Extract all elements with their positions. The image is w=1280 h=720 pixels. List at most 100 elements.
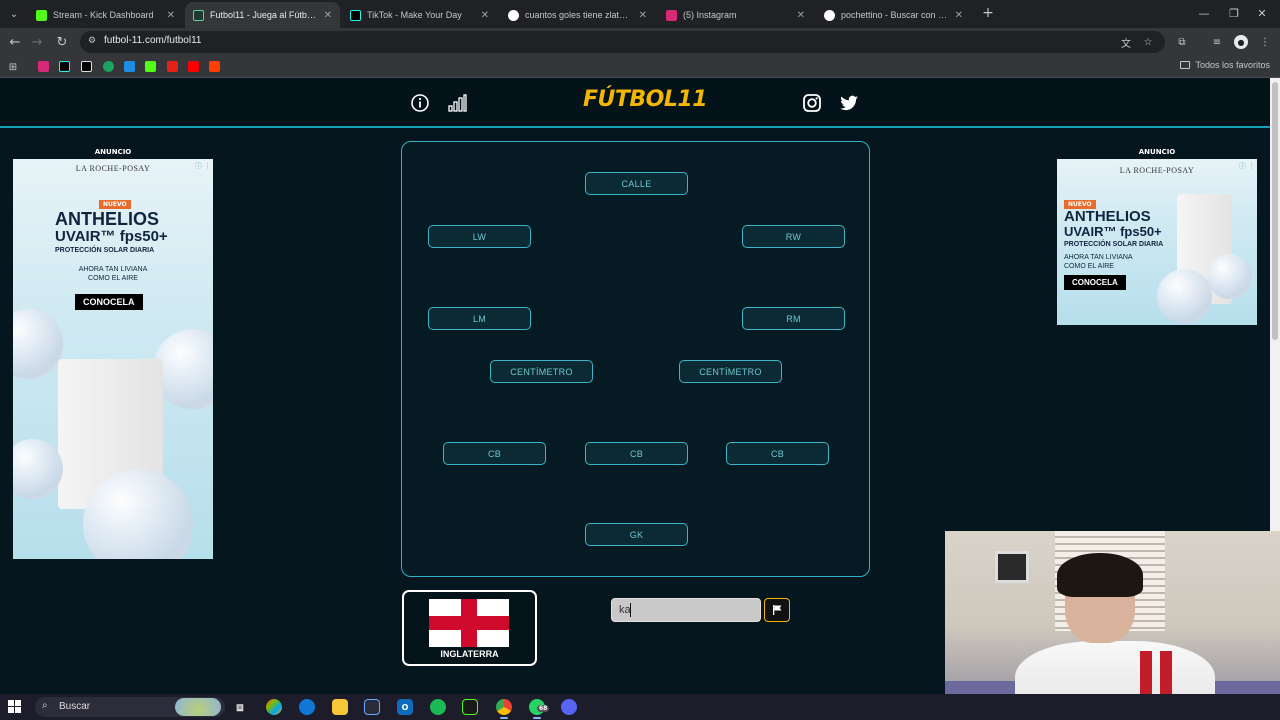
ad-tagline: AHORA TAN LIVIANA: [1064, 254, 1133, 261]
taskbar-search[interactable]: ⌕ Buscar: [35, 697, 225, 717]
player-guess-input[interactable]: [611, 598, 761, 622]
ad-banner-right[interactable]: LA ROCHE-POSAY ⓘ ⋮ NUEVO ANTHELIOS UVAIR…: [1057, 159, 1257, 325]
bookmark-youtube-icon[interactable]: [188, 61, 199, 72]
url-text: futbol-11.com/futbol11: [104, 35, 202, 46]
tab-google-pochettino[interactable]: pochettino - Buscar con Google ✕: [816, 2, 971, 28]
kick-app-icon[interactable]: [462, 699, 478, 715]
bookmark-app-icon[interactable]: [209, 61, 220, 72]
position-slot-cb-center[interactable]: CB: [585, 442, 688, 465]
outlook-icon[interactable]: O: [397, 699, 413, 715]
copilot-icon[interactable]: [266, 699, 282, 715]
flag-icon: [773, 605, 782, 615]
site-info-icon[interactable]: ⚙: [88, 36, 100, 48]
microsoft-store-icon[interactable]: [364, 699, 380, 715]
bookmark-instagram-icon[interactable]: [38, 61, 49, 72]
edge-icon[interactable]: [299, 699, 315, 715]
tab-title: TikTok - Make Your Day: [367, 10, 462, 20]
chrome-icon[interactable]: [496, 699, 512, 719]
reload-icon[interactable]: ↻: [53, 33, 71, 51]
profile-avatar-icon[interactable]: ●: [1234, 35, 1248, 49]
close-tab-icon[interactable]: ✕: [481, 10, 489, 21]
instagram-icon[interactable]: [802, 93, 822, 113]
apps-grid-icon[interactable]: ⊞: [6, 60, 20, 74]
ad-label: ANUNCIO: [1138, 148, 1176, 156]
bookmark-x-icon[interactable]: [81, 61, 92, 72]
ad-tagline: AHORA TAN LIVIANA: [78, 266, 148, 273]
search-icon: ⌕: [42, 700, 48, 711]
minimize-icon[interactable]: —: [1194, 4, 1214, 22]
webcam-overlay: [945, 531, 1280, 720]
menu-dots-icon[interactable]: ⋮: [1258, 35, 1272, 49]
file-explorer-icon[interactable]: [332, 699, 348, 715]
tab-search-icon[interactable]: ⌄: [4, 4, 24, 24]
position-slot-rw[interactable]: RW: [742, 225, 845, 248]
close-tab-icon[interactable]: ✕: [324, 10, 332, 21]
ad-tagline-2: COMO EL AIRE: [88, 275, 138, 282]
windows-taskbar: ⌕ Buscar ⧈ O 68: [0, 694, 1280, 720]
tab-tiktok[interactable]: TikTok - Make Your Day ✕: [342, 2, 497, 28]
position-slot-st[interactable]: CALLE: [585, 172, 688, 195]
translate-icon[interactable]: 文: [1119, 35, 1133, 50]
ad-new-badge: NUEVO: [99, 200, 131, 209]
position-slot-rm[interactable]: RM: [742, 307, 845, 330]
bookmark-kick-icon[interactable]: [145, 61, 156, 72]
bookmarks-bar: ⊞ Todos los favoritos: [0, 56, 1280, 78]
ad-subtitle: PROTECCIÓN SOLAR DIARIA: [1064, 241, 1164, 248]
position-slot-gk[interactable]: GK: [585, 523, 688, 546]
site-logo[interactable]: FÚTBOL11: [583, 87, 708, 112]
tab-instagram[interactable]: (5) Instagram ✕: [658, 2, 813, 28]
bookmark-app-icon[interactable]: [103, 61, 114, 72]
give-up-flag-button[interactable]: [764, 598, 790, 622]
ad-label: ANUNCIO: [94, 148, 132, 156]
close-tab-icon[interactable]: ✕: [639, 10, 647, 21]
task-view-icon[interactable]: ⧈: [232, 699, 248, 715]
position-slot-cm-right[interactable]: CENTÍMETRO: [679, 360, 782, 383]
tab-kick[interactable]: Stream - Kick Dashboard ✕: [28, 2, 183, 28]
new-tab-button[interactable]: +: [980, 4, 996, 22]
address-bar[interactable]: ⚙ futbol-11.com/futbol11: [80, 31, 1165, 53]
adchoices-icon[interactable]: ⓘ ⋮: [195, 161, 211, 171]
forward-icon[interactable]: →: [28, 33, 46, 51]
position-slot-cb-left[interactable]: CB: [443, 442, 546, 465]
stats-icon[interactable]: [447, 93, 467, 113]
ad-cta-button[interactable]: CONOCELA: [75, 294, 143, 310]
whatsapp-icon[interactable]: 68: [529, 699, 550, 719]
site-header: FÚTBOL11: [0, 78, 1270, 128]
spotify-icon[interactable]: [430, 699, 446, 715]
bookmark-tiktok-icon[interactable]: [59, 61, 70, 72]
bookmark-app-icon[interactable]: [167, 61, 178, 72]
futbol11-favicon-icon: [193, 9, 204, 21]
notification-badge: 68: [537, 705, 550, 712]
ad-cta-button[interactable]: CONOCELA: [1064, 275, 1126, 290]
extensions-icon[interactable]: ⧉: [1175, 35, 1189, 49]
position-slot-lw[interactable]: LW: [428, 225, 531, 248]
position-slot-cm-left[interactable]: CENTÍMETRO: [490, 360, 593, 383]
adchoices-icon[interactable]: ⓘ ⋮: [1239, 161, 1255, 171]
position-slot-lm[interactable]: LM: [428, 307, 531, 330]
tab-futbol11[interactable]: Futbol11 - Juega al Fútbol 11 ✕: [185, 2, 340, 28]
country-name: INGLATERRA: [440, 649, 499, 659]
bookmark-star-icon[interactable]: ☆: [1141, 35, 1155, 49]
browser-tabstrip: ⌄ Stream - Kick Dashboard ✕ Futbol11 - J…: [0, 0, 1280, 28]
media-controls-icon[interactable]: ≡: [1210, 35, 1224, 49]
all-bookmarks-folder[interactable]: Todos los favoritos: [1180, 60, 1270, 70]
google-favicon-icon: [508, 9, 519, 21]
close-tab-icon[interactable]: ✕: [797, 10, 805, 21]
back-icon[interactable]: ←: [6, 33, 24, 51]
twitter-icon[interactable]: [839, 93, 859, 113]
discord-icon[interactable]: [561, 699, 577, 715]
scrollbar-thumb[interactable]: [1272, 82, 1278, 340]
tab-google-zlatan[interactable]: cuantos goles tiene zlatan en la ✕: [500, 2, 655, 28]
windows-start-icon[interactable]: [8, 700, 22, 714]
tab-title: cuantos goles tiene zlatan en la: [525, 10, 633, 20]
england-flag-icon: [429, 599, 509, 647]
country-card: INGLATERRA: [402, 590, 537, 666]
info-icon[interactable]: [410, 93, 430, 113]
restore-icon[interactable]: ❐: [1224, 4, 1244, 22]
bookmark-app-icon[interactable]: [124, 61, 135, 72]
ad-banner-left[interactable]: LA ROCHE-POSAY ⓘ ⋮ NUEVO ANTHELIOS UVAIR…: [13, 159, 213, 559]
close-tab-icon[interactable]: ✕: [955, 10, 963, 21]
close-tab-icon[interactable]: ✕: [167, 10, 175, 21]
close-window-icon[interactable]: ✕: [1252, 4, 1272, 22]
position-slot-cb-right[interactable]: CB: [726, 442, 829, 465]
